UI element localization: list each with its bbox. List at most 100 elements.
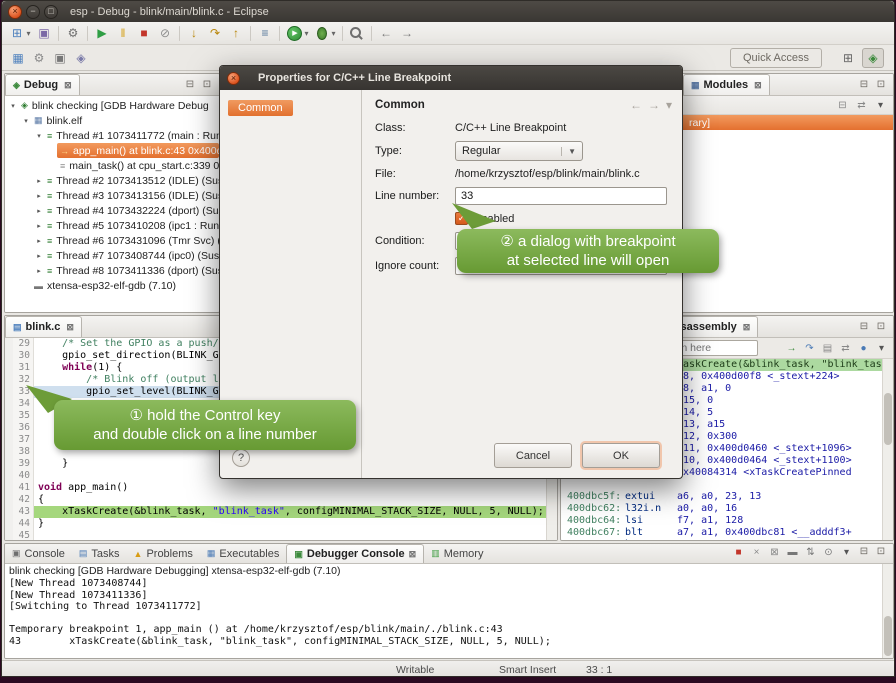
window-maximize-button[interactable]: □: [44, 5, 58, 19]
search-icon[interactable]: [347, 24, 367, 43]
view-menu-icon[interactable]: ▾: [873, 341, 890, 356]
dialog-close-button[interactable]: ×: [227, 72, 240, 85]
expander-icon[interactable]: ▾: [21, 117, 31, 125]
cancel-button[interactable]: Cancel: [494, 443, 572, 468]
expander-icon[interactable]: ▸: [34, 252, 44, 260]
jump-to-pc-icon[interactable]: →: [783, 341, 800, 356]
tab-executables[interactable]: ▦ Executables ⊠: [200, 544, 286, 563]
debug-tree-row[interactable]: ≡ main_task() at cpu_start.c:339 0x4: [5, 158, 219, 173]
debug-tree-row[interactable]: ▸ ≡ Thread #5 1073410208 (ipc1 : Runni: [5, 218, 219, 233]
expander-icon[interactable]: ▾: [34, 132, 44, 140]
remove-all-launches-icon[interactable]: ⊠: [766, 545, 783, 560]
close-tab-icon[interactable]: ⊠: [754, 80, 762, 91]
minimize-view-icon[interactable]: ⊟: [856, 319, 872, 333]
debug-config-icon[interactable]: ⚙: [63, 24, 83, 43]
separator[interactable]: [250, 26, 251, 41]
view-menu-icon[interactable]: ▾: [872, 98, 889, 113]
minimize-view-icon[interactable]: ⊟: [856, 545, 872, 559]
tab-problems[interactable]: ▲ Problems ⊠: [127, 544, 200, 563]
debug-tree-row[interactable]: ▬ xtensa-esp32-elf-gdb (7.10): [5, 278, 219, 293]
build-icon[interactable]: ⚙: [29, 48, 49, 67]
code-line-text[interactable]: }: [34, 518, 557, 530]
separator[interactable]: [179, 26, 180, 41]
asm-line[interactable]: 400dbc62: l32i.n a0, a0, 16: [561, 503, 893, 515]
refresh-icon[interactable]: ↷: [801, 341, 818, 356]
tab-debug[interactable]: ◈ Debug ⊠: [5, 74, 80, 95]
line-number[interactable]: 37: [13, 434, 34, 446]
separator[interactable]: [87, 26, 88, 41]
suspend-icon[interactable]: ‖: [113, 24, 133, 43]
code-line-text[interactable]: xTaskCreate(&blink_task, "blink_task", c…: [34, 506, 557, 518]
disconnect-icon[interactable]: ⊘: [155, 24, 175, 43]
maximize-view-icon[interactable]: ⊡: [199, 77, 215, 91]
minimize-view-icon[interactable]: ⊟: [182, 77, 198, 91]
close-tab-icon[interactable]: ⊠: [409, 549, 417, 560]
debug-tree-row[interactable]: ▸ ≡ Thread #8 1073411336 (dport) (Sus: [5, 263, 219, 278]
clear-console-icon[interactable]: ▬: [784, 545, 801, 560]
display-console-menu-icon[interactable]: ▾: [838, 545, 855, 560]
separator[interactable]: [279, 26, 280, 41]
save-icon[interactable]: ▣: [34, 24, 54, 43]
code-line[interactable]: 45: [5, 530, 557, 540]
new-wizard-menu-icon[interactable]: ▾: [24, 24, 33, 43]
run-icon[interactable]: [287, 26, 302, 41]
debug-tree-row[interactable]: ▾ ◈ blink checking [GDB Hardware Debug: [5, 98, 219, 113]
asm-line[interactable]: 400dbc5f: extui a6, a0, 23, 13: [561, 491, 893, 503]
debug-tree-row[interactable]: ▸ ≡ Thread #3 1073413156 (IDLE) (Susp: [5, 188, 219, 203]
console-view-icon[interactable]: ▣: [50, 48, 70, 67]
asm-line[interactable]: bnone: [561, 539, 893, 540]
console-scrollbar-thumb[interactable]: [884, 616, 892, 656]
close-tab-icon[interactable]: ⊠: [64, 80, 72, 91]
window-titlebar[interactable]: × − □ esp - Debug - blink/main/blink.c -…: [2, 1, 894, 22]
back-icon[interactable]: ←: [376, 24, 396, 43]
code-line[interactable]: 44 }: [5, 518, 557, 530]
code-line-text[interactable]: void app_main(): [34, 482, 557, 494]
asm-line[interactable]: 400dbc67: blt a7, a1, 0x400dbc81 <__addd…: [561, 527, 893, 539]
line-number[interactable]: 29: [13, 338, 34, 350]
close-tab-icon[interactable]: ⊠: [66, 322, 74, 333]
line-number[interactable]: 44: [13, 518, 34, 530]
line-number[interactable]: 40: [13, 470, 34, 482]
tab-modules[interactable]: ▦ Modules ⊠: [683, 74, 770, 95]
dialog-titlebar[interactable]: × Properties for C/C++ Line Breakpoint: [220, 66, 682, 90]
debug-tree-row[interactable]: ▾ ▦ blink.elf: [5, 113, 219, 128]
expander-icon[interactable]: ▸: [34, 222, 44, 230]
quick-access-button[interactable]: Quick Access: [730, 48, 822, 68]
step-over-icon[interactable]: ↷: [205, 24, 225, 43]
debug-tree-row[interactable]: ▾ ≡ Thread #1 1073411772 (main : Runn: [5, 128, 219, 143]
code-line[interactable]: 41 void app_main(): [5, 482, 557, 494]
show-source-icon[interactable]: ▤: [819, 341, 836, 356]
window-minimize-button[interactable]: −: [26, 5, 40, 19]
line-number[interactable]: 42: [13, 494, 34, 506]
line-number[interactable]: 36: [13, 422, 34, 434]
bookmark-icon[interactable]: ◈: [71, 48, 91, 67]
expander-icon[interactable]: ▸: [34, 237, 44, 245]
code-line[interactable]: 43 xTaskCreate(&blink_task, "blink_task"…: [5, 506, 557, 518]
back-icon[interactable]: ←: [630, 98, 642, 112]
run-menu-icon[interactable]: ▾: [302, 24, 311, 43]
line-number[interactable]: 45: [13, 530, 34, 540]
expander-icon[interactable]: ▸: [34, 177, 44, 185]
separator[interactable]: [58, 26, 59, 41]
expander-icon[interactable]: ▸: [34, 267, 44, 275]
debug-perspective-icon[interactable]: ◈: [862, 48, 884, 68]
line-number[interactable]: 41: [13, 482, 34, 494]
debug-tree-row[interactable]: ▸ ≡ Thread #7 1073408744 (ipc0) (Susp: [5, 248, 219, 263]
expander-icon[interactable]: ▸: [34, 192, 44, 200]
maximize-view-icon[interactable]: ⊡: [873, 545, 889, 559]
line-number[interactable]: 31: [13, 362, 34, 374]
debug-tree-row[interactable]: → app_main() at blink.c:43 0x400dbc: [5, 143, 219, 158]
window-close-button[interactable]: ×: [8, 5, 22, 19]
code-line-text[interactable]: [34, 530, 557, 540]
tab-console[interactable]: ▣ Console ⊠: [5, 544, 72, 563]
tab-debugger-console[interactable]: ▣ Debugger Console ⊠: [286, 544, 424, 563]
forward-icon[interactable]: →: [648, 98, 660, 112]
ok-button[interactable]: OK: [582, 443, 660, 468]
minimize-view-icon[interactable]: ⊟: [856, 77, 872, 91]
console-scrollbar[interactable]: [882, 564, 893, 658]
toggle-breakpoint-icon[interactable]: ●: [855, 341, 872, 356]
tab-tasks[interactable]: ▤ Tasks ⊠: [72, 544, 127, 563]
debug-tree-row[interactable]: ▸ ≡ Thread #6 1073431096 (Tmr Svc) (S: [5, 233, 219, 248]
expander-icon[interactable]: ▾: [8, 102, 18, 110]
open-perspective-icon[interactable]: ⊞: [837, 48, 859, 68]
